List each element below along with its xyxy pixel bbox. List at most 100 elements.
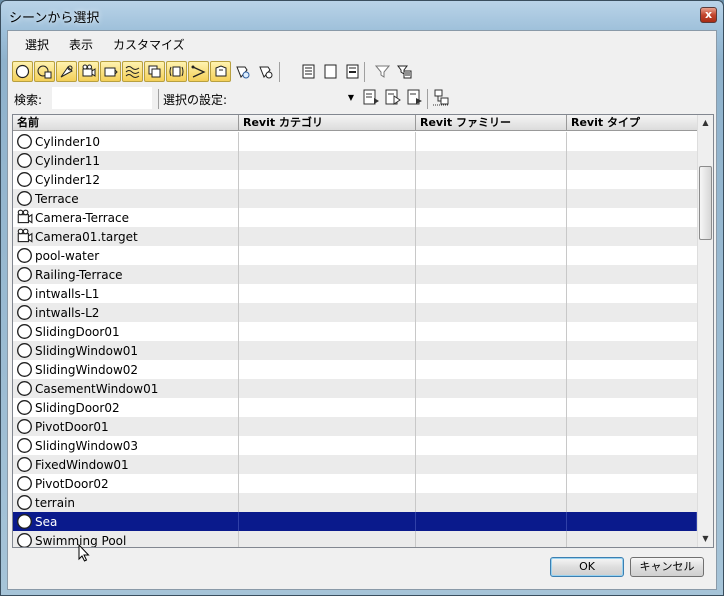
geometry-icon: [17, 438, 32, 453]
object-name: FixedWindow01: [35, 458, 129, 472]
object-name: SlidingDoor01: [35, 325, 120, 339]
geometry-filter-button[interactable]: [12, 61, 33, 82]
object-name: intwalls-L2: [35, 306, 100, 320]
table-row[interactable]: Terrace: [13, 189, 697, 208]
table-row[interactable]: intwalls-L2: [13, 303, 697, 322]
table-row[interactable]: Sea: [13, 512, 697, 531]
select-dependents-button[interactable]: [432, 88, 452, 108]
vertical-scrollbar[interactable]: ▲ ▼: [697, 115, 713, 547]
frozen-filter-button[interactable]: [232, 61, 253, 82]
object-list[interactable]: 名前 Revit カテゴリ Revit ファミリー Revit タイプ Cyli…: [12, 114, 714, 548]
cell-revit-family: [416, 417, 567, 436]
cell-revit-family: [416, 398, 567, 417]
geometry-icon: [17, 495, 32, 510]
remove-from-set-icon: [407, 89, 422, 105]
camera-icon: [17, 209, 33, 224]
table-row[interactable]: Cylinder11: [13, 151, 697, 170]
light-filter-button[interactable]: [56, 61, 77, 82]
table-row[interactable]: SlidingDoor01: [13, 322, 697, 341]
menu-select[interactable]: 選択: [25, 36, 49, 53]
container-filter-button[interactable]: [210, 61, 231, 82]
menu-display[interactable]: 表示: [69, 36, 93, 53]
object-name: Cylinder12: [35, 173, 100, 187]
cell-revit-category: [239, 417, 416, 436]
column-header-name[interactable]: 名前: [13, 115, 239, 131]
cell-revit-family: [416, 151, 567, 170]
table-row[interactable]: pool-water: [13, 246, 697, 265]
remove-from-set-button[interactable]: [406, 88, 426, 108]
filter-filter-button[interactable]: [372, 61, 393, 82]
table-row[interactable]: terrain: [13, 493, 697, 512]
table-row[interactable]: SlidingWindow01: [13, 341, 697, 360]
geometry-icon: [17, 172, 32, 187]
scrollbar-thumb[interactable]: [699, 166, 712, 240]
select-none-filter-button[interactable]: [320, 61, 341, 82]
list-header: 名前 Revit カテゴリ Revit ファミリー Revit タイプ: [13, 115, 697, 131]
cell-revit-type: [567, 132, 697, 151]
bone-filter-button[interactable]: [188, 61, 209, 82]
filter-toolbar: [12, 61, 712, 85]
helper-filter-button[interactable]: [100, 61, 121, 82]
cell-name: Camera-Terrace: [13, 208, 239, 227]
cell-revit-category: [239, 360, 416, 379]
filter-options-filter-button[interactable]: [394, 61, 415, 82]
geometry-icon: [17, 400, 32, 415]
add-to-set-button[interactable]: [384, 88, 404, 108]
object-name: SlidingDoor02: [35, 401, 120, 415]
ok-button[interactable]: OK: [550, 557, 624, 577]
table-row[interactable]: CasementWindow01: [13, 379, 697, 398]
search-input[interactable]: [52, 87, 152, 109]
filter-icon: [375, 65, 390, 78]
scroll-up-icon[interactable]: ▲: [698, 115, 713, 131]
object-name: Camera-Terrace: [35, 211, 129, 225]
table-row[interactable]: PivotDoor02: [13, 474, 697, 493]
table-row[interactable]: Cylinder12: [13, 170, 697, 189]
table-row[interactable]: SlidingWindow02: [13, 360, 697, 379]
search-label: 検索:: [14, 93, 43, 107]
column-header-revit-category[interactable]: Revit カテゴリ: [239, 115, 416, 131]
separator: [364, 62, 365, 82]
object-name: PivotDoor02: [35, 477, 109, 491]
column-header-revit-family[interactable]: Revit ファミリー: [416, 115, 567, 131]
spacewarp-filter-button[interactable]: [122, 61, 143, 82]
menu-customize[interactable]: カスタマイズ: [113, 36, 185, 53]
table-row[interactable]: Cylinder10: [13, 132, 697, 151]
cancel-button[interactable]: キャンセル: [630, 557, 704, 577]
table-row[interactable]: Railing-Terrace: [13, 265, 697, 284]
table-row[interactable]: SlidingDoor02: [13, 398, 697, 417]
cell-name: CasementWindow01: [13, 379, 239, 398]
helper-icon: [104, 67, 118, 77]
create-set-icon: [363, 89, 379, 105]
cell-revit-category: [239, 170, 416, 189]
table-row[interactable]: Camera01.target: [13, 227, 697, 246]
create-selection-set-button[interactable]: [362, 88, 382, 108]
column-header-revit-type[interactable]: Revit タイプ: [567, 115, 697, 131]
xref-filter-button[interactable]: [166, 61, 187, 82]
cell-revit-type: [567, 512, 697, 531]
cell-revit-family: [416, 227, 567, 246]
table-row[interactable]: Camera-Terrace: [13, 208, 697, 227]
close-button[interactable]: x: [700, 7, 717, 23]
table-row[interactable]: Swimming Pool: [13, 531, 697, 547]
cell-revit-family: [416, 208, 567, 227]
shape-filter-button[interactable]: [34, 61, 55, 82]
group-filter-button[interactable]: [144, 61, 165, 82]
geometry-icon: [17, 457, 32, 472]
camera-filter-button[interactable]: [78, 61, 99, 82]
table-row[interactable]: FixedWindow01: [13, 455, 697, 474]
title-bar[interactable]: シーンから選択 x: [1, 1, 723, 29]
invert-selection-filter-button[interactable]: [342, 61, 363, 82]
table-row[interactable]: SlidingWindow03: [13, 436, 697, 455]
cell-revit-family: [416, 284, 567, 303]
scroll-down-icon[interactable]: ▼: [698, 531, 713, 547]
cell-revit-type: [567, 227, 697, 246]
geometry-icon: [17, 533, 32, 547]
select-all-filter-button[interactable]: [298, 61, 319, 82]
table-row[interactable]: PivotDoor01: [13, 417, 697, 436]
cell-revit-family: [416, 531, 567, 547]
cell-revit-type: [567, 341, 697, 360]
cell-revit-type: [567, 531, 697, 547]
selection-set-dropdown[interactable]: ▼: [236, 87, 356, 109]
table-row[interactable]: intwalls-L1: [13, 284, 697, 303]
hidden-filter-button[interactable]: [255, 61, 276, 82]
